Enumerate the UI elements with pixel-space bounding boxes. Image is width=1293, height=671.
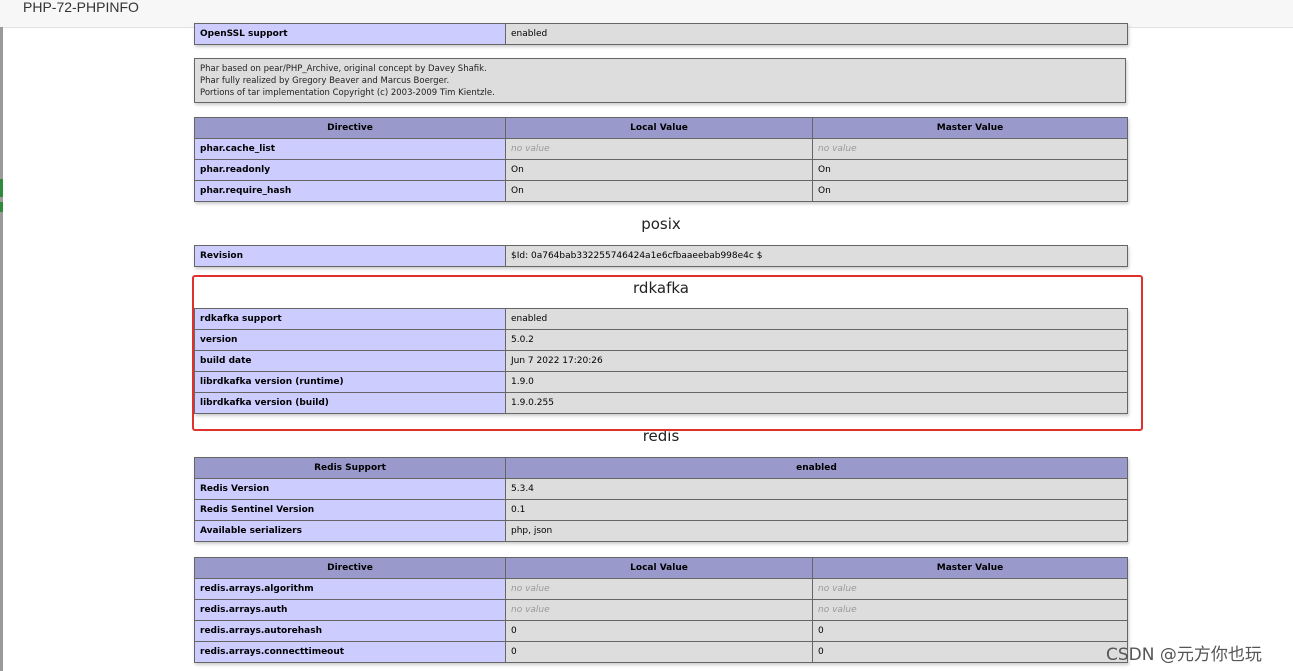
openssl-label: OpenSSL support xyxy=(194,23,506,45)
table-row: OpenSSL support enabled xyxy=(194,23,1128,45)
table-row: phar.require_hash On On xyxy=(194,180,1128,202)
table-row: Available serializers php, json xyxy=(194,520,1128,542)
directive-master-value: On xyxy=(812,180,1128,202)
column-header-directive: Directive xyxy=(194,557,506,579)
directive-local-value: no value xyxy=(505,138,813,160)
redis-row-value: php, json xyxy=(505,520,1128,542)
directive-local-value: no value xyxy=(505,599,813,621)
directive-name: phar.require_hash xyxy=(194,180,506,202)
redis-row-value: 5.3.4 xyxy=(505,478,1128,500)
openssl-table: OpenSSL support enabled xyxy=(194,23,1128,45)
table-row: phar.cache_list no value no value xyxy=(194,138,1128,160)
window-title: PHP-72-PHPINFO xyxy=(23,0,139,15)
openssl-value: enabled xyxy=(505,23,1128,45)
directive-name: redis.arrays.autorehash xyxy=(194,620,506,642)
left-edge-marker xyxy=(0,179,3,197)
redis-row-label: Redis Version xyxy=(194,478,506,500)
directive-master-value: 0 xyxy=(812,641,1128,663)
rdkafka-highlight-box xyxy=(192,275,1143,431)
redis-support-header: Redis Support xyxy=(194,457,506,479)
table-row: Redis Sentinel Version 0.1 xyxy=(194,499,1128,521)
directive-name: redis.arrays.connecttimeout xyxy=(194,641,506,663)
phar-description-line: Phar based on pear/PHP_Archive, original… xyxy=(200,64,487,74)
directive-master-value: 0 xyxy=(812,620,1128,642)
posix-revision-label: Revision xyxy=(194,245,506,267)
column-header-master: Master Value xyxy=(812,557,1128,579)
directive-local-value: 0 xyxy=(505,620,813,642)
section-heading-posix: posix xyxy=(641,215,681,233)
posix-revision-value: $Id: 0a764bab332255746424a1e6cfbaaeebab9… xyxy=(505,245,1128,267)
table-row: redis.arrays.connecttimeout 0 0 xyxy=(194,641,1128,663)
table-row: Revision $Id: 0a764bab332255746424a1e6cf… xyxy=(194,245,1128,267)
directive-local-value: On xyxy=(505,180,813,202)
directive-local-value: no value xyxy=(505,578,813,600)
directive-master-value: no value xyxy=(812,138,1128,160)
left-panel-edge xyxy=(0,27,3,671)
column-header-local: Local Value xyxy=(505,117,813,139)
redis-support-value: enabled xyxy=(505,457,1128,479)
table-row: phar.readonly On On xyxy=(194,159,1128,181)
left-edge-marker xyxy=(0,202,3,212)
table-row: redis.arrays.autorehash 0 0 xyxy=(194,620,1128,642)
table-header-row: Redis Support enabled xyxy=(194,457,1128,479)
directive-name: redis.arrays.algorithm xyxy=(194,578,506,600)
redis-row-label: Available serializers xyxy=(194,520,506,542)
posix-table: Revision $Id: 0a764bab332255746424a1e6cf… xyxy=(194,245,1128,267)
phar-description: Phar based on pear/PHP_Archive, original… xyxy=(194,58,1126,103)
redis-directives-table: Directive Local Value Master Value redis… xyxy=(194,557,1128,663)
directive-name: phar.cache_list xyxy=(194,138,506,160)
column-header-directive: Directive xyxy=(194,117,506,139)
table-header-row: Directive Local Value Master Value xyxy=(194,557,1128,579)
column-header-master: Master Value xyxy=(812,117,1128,139)
table-header-row: Directive Local Value Master Value xyxy=(194,117,1128,139)
directive-name: phar.readonly xyxy=(194,159,506,181)
table-row: redis.arrays.algorithm no value no value xyxy=(194,578,1128,600)
directive-master-value: On xyxy=(812,159,1128,181)
column-header-local: Local Value xyxy=(505,557,813,579)
phar-description-line: Portions of tar implementation Copyright… xyxy=(200,88,495,98)
redis-row-label: Redis Sentinel Version xyxy=(194,499,506,521)
redis-info-table: Redis Support enabled Redis Version 5.3.… xyxy=(194,457,1128,542)
phar-directives-table: Directive Local Value Master Value phar.… xyxy=(194,117,1128,202)
watermark: CSDN @元方你也玩 xyxy=(1106,645,1262,665)
directive-master-value: no value xyxy=(812,578,1128,600)
redis-row-value: 0.1 xyxy=(505,499,1128,521)
directive-name: redis.arrays.auth xyxy=(194,599,506,621)
phar-description-line: Phar fully realized by Gregory Beaver an… xyxy=(200,76,450,86)
directive-master-value: no value xyxy=(812,599,1128,621)
directive-local-value: 0 xyxy=(505,641,813,663)
table-row: Redis Version 5.3.4 xyxy=(194,478,1128,500)
directive-local-value: On xyxy=(505,159,813,181)
table-row: redis.arrays.auth no value no value xyxy=(194,599,1128,621)
